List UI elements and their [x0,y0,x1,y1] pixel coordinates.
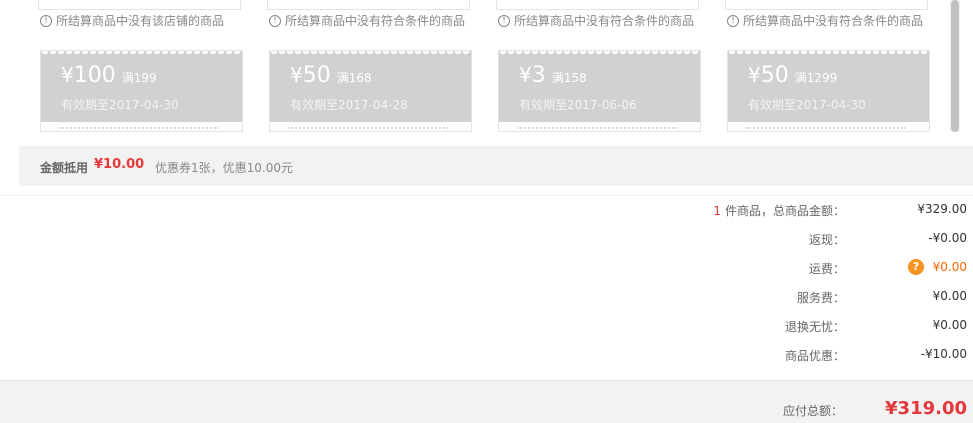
coupon-section: ! 所结算商品中没有该店铺的商品 ¥100 满199 有效期至2017-04-30 [19,0,973,186]
shipping-row: 运费： ? ¥0.00 [0,257,973,277]
cashback-value: -¥0.00 [928,231,967,245]
currency-symbol: ¥ [748,63,761,87]
coupon-amount: ¥100 满199 [61,63,157,88]
coupon-amount: ¥50 满1299 [748,63,837,88]
coupon-validity: 有效期至2017-04-28 [290,98,408,112]
coupon-validity: 有效期至2017-06-06 [519,98,637,112]
coupon-footer [517,127,677,131]
scrollbar-thumb[interactable] [951,0,959,132]
coupon-list[interactable]: ! 所结算商品中没有该店铺的商品 ¥100 满199 有效期至2017-04-30 [19,0,973,146]
coupon-amount: ¥50 满168 [290,63,372,88]
payable-amount: ¥319.00 [885,398,967,419]
service-fee-row: 服务费： ¥0.00 [0,286,973,306]
item-count: 1 [713,204,721,218]
service-fee-value: ¥0.00 [932,289,967,303]
info-circle-icon: ! [727,14,739,27]
service-fee-label: 服务费： [796,291,845,305]
coupon-notice: ! 所结算商品中没有符合条件的商品 [498,12,694,29]
coupon-notice: ! 所结算商品中没有符合条件的商品 [727,12,923,29]
coupon-item: ! 所结算商品中没有符合条件的商品 ¥3 满158 有效期至2017-06-06 [496,0,701,146]
coupon-value: 50 [760,63,789,88]
coupon-card[interactable]: ¥50 满1299 有效期至2017-04-30 [727,50,930,132]
goods-discount-value: -¥10.00 [920,347,967,361]
coupon-amount: ¥3 满158 [519,63,587,88]
discount-description: 优惠券1张，优惠10.00元 [155,161,293,175]
coupon-notice: ! 所结算商品中没有该店铺的商品 [40,12,224,29]
coupon-validity: 有效期至2017-04-30 [748,98,866,112]
coupon-card[interactable]: ¥3 满158 有效期至2017-06-06 [498,50,701,132]
info-circle-icon: ! [40,14,52,27]
discount-label: 金额抵用 [40,161,89,175]
goods-total-value: ¥329.00 [917,202,967,216]
cashback-label: 返现： [808,233,845,247]
order-totals: 1 件商品，总商品金额： ¥329.00 返现： -¥0.00 运费： ? ¥0.… [0,196,973,380]
coupon-notice-text: 所结算商品中没有符合条件的商品 [743,14,924,28]
order-summary-page: ! 所结算商品中没有该店铺的商品 ¥100 满199 有效期至2017-04-30 [0,0,973,423]
coupon-stub [267,0,470,10]
coupon-stub [496,0,699,10]
return-insurance-value: ¥0.00 [932,318,967,332]
payable-label: 应付总额： [782,404,843,418]
coupon-footer [746,127,906,131]
goods-discount-row: 商品优惠： -¥10.00 [0,344,973,364]
goods-total-label: 1 件商品，总商品金额： [713,202,845,219]
return-insurance-row: 退换无忧： ¥0.00 [0,315,973,335]
currency-symbol: ¥ [61,63,74,87]
coupon-value: 100 [73,63,116,88]
info-circle-icon: ! [269,14,281,27]
coupon-card[interactable]: ¥100 满199 有效期至2017-04-30 [40,50,243,132]
goods-discount-label: 商品优惠： [784,349,845,363]
coupon-head: ¥50 满1299 有效期至2017-04-30 [728,51,929,122]
coupon-stub [725,0,928,10]
coupon-footer [59,127,219,131]
cashback-row: 返现： -¥0.00 [0,228,973,248]
coupon-notice-text: 所结算商品中没有符合条件的商品 [514,14,695,28]
currency-symbol: ¥ [290,63,303,87]
coupon-scrollbar[interactable] [950,0,960,132]
discount-amount: ¥10.00 [94,157,145,172]
coupon-item: ! 所结算商品中没有符合条件的商品 ¥50 满1299 有效期至2017-04-3… [725,0,930,146]
coupon-validity: 有效期至2017-04-30 [61,98,179,112]
coupon-stub [38,0,241,10]
coupon-summary-bar: 金额抵用 ¥10.00 优惠券1张，优惠10.00元 [19,146,973,186]
question-icon[interactable]: ? [908,259,924,275]
coupon-condition: 满199 [121,71,157,85]
coupon-footer [288,127,448,131]
coupon-condition: 满1299 [794,71,838,85]
payable-total-bar: 应付总额： ¥319.00 [0,380,973,423]
coupon-notice: ! 所结算商品中没有符合条件的商品 [269,12,465,29]
currency-symbol: ¥ [519,63,532,87]
coupon-item: ! 所结算商品中没有该店铺的商品 ¥100 满199 有效期至2017-04-30 [38,0,243,146]
coupon-notice-text: 所结算商品中没有该店铺的商品 [56,14,225,28]
coupon-condition: 满168 [336,71,372,85]
coupon-head: ¥50 满168 有效期至2017-04-28 [270,51,471,122]
coupon-notice-text: 所结算商品中没有符合条件的商品 [285,14,466,28]
shipping-label: 运费： [808,262,845,276]
shipping-value: ¥0.00 [932,260,967,274]
return-insurance-label: 退换无忧： [784,320,845,334]
coupon-item: ! 所结算商品中没有符合条件的商品 ¥50 满168 有效期至2017-04-28 [267,0,472,146]
goods-total-text: 件商品，总商品金额： [724,204,845,218]
coupon-head: ¥100 满199 有效期至2017-04-30 [41,51,242,122]
info-circle-icon: ! [498,14,510,27]
coupon-condition: 满158 [551,71,587,85]
coupon-value: 50 [302,63,331,88]
goods-total-row: 1 件商品，总商品金额： ¥329.00 [0,199,973,219]
coupon-value: 3 [531,63,546,88]
coupon-head: ¥3 满158 有效期至2017-06-06 [499,51,700,122]
coupon-card[interactable]: ¥50 满168 有效期至2017-04-28 [269,50,472,132]
